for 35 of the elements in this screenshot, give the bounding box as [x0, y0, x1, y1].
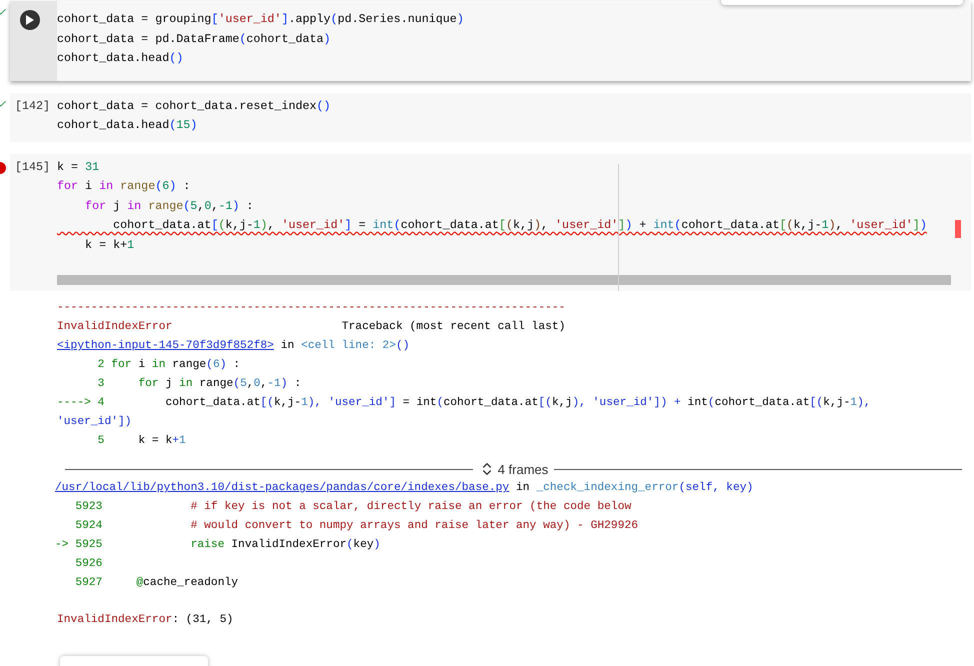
- traceback-line: -> 5925 raise InvalidIndexError(key): [55, 538, 382, 553]
- expand-frames-button[interactable]: 4 frames: [478, 461, 548, 477]
- traceback-line: 2 for i in range(6) :: [96, 358, 242, 373]
- code-line: for i in range(6) :: [57, 178, 190, 195]
- code-cell[interactable]: cohort_data = grouping['user_id'].apply(pd.Series.nunique) cohort_data = pd.DataFrame(cohort_data) cohort_data.head(): [10, 1, 971, 80]
- code-line: cohort_data.head(): [57, 50, 184, 67]
- horizontal-scrollbar[interactable]: [57, 275, 951, 285]
- execution-count: [142]: [15, 98, 50, 114]
- traceback-line: InvalidIndexError Traceback (most recent call last): [57, 320, 566, 335]
- traceback-line: 5 k = k+1: [96, 434, 187, 449]
- traceback-line: <ipython-input-145-70f3d9f852f8> in <cell line: 2>(): [57, 338, 411, 354]
- traceback-line: ----> 4 cohort_data.at[(k,j-1), 'user_id'] = int(cohort_data.at[(k,j), 'user_id']) + int(cohort_data.at[(k,j-1),: [57, 396, 872, 411]
- code-cell[interactable]: [145] k = 31 for i in range(6) : for j in range(5,0,-1) : cohort_data.at[(k,j-1), 'user_id'] = int(cohort_data.at[(k,j), 'user_id']) + int(cohort_data.at[(k,j-1), 'user_id']) k = k+1: [10, 154, 971, 291]
- traceback-line: ---------------------------------------------------------------------------: [57, 301, 566, 316]
- code-line: cohort_data = pd.DataFrame(cohort_data): [57, 30, 331, 48]
- traceback-line: /usr/local/lib/python3.10/dist-packages/pandas/core/indexes/base.py in _check_indexing_error(self, key): [55, 480, 754, 496]
- traceback-line: 5927 @cache_readonly: [74, 576, 240, 591]
- code-cell[interactable]: [142] cohort_data = cohort_data.reset_index() cohort_data.head(15): [10, 92, 971, 142]
- traceback-line: 5923 # if key is not a scalar, directly raise an error (the code below: [74, 500, 632, 515]
- code-line: for j in range(5,0,-1) :: [84, 198, 254, 214]
- traceback-line: 3 for j in range(5,0,-1) :: [96, 376, 302, 392]
- error-message: InvalidIndexError: (31, 5): [57, 612, 234, 628]
- code-line: cohort_data = grouping['user_id'].apply(pd.Series.nunique): [57, 11, 464, 28]
- code-line: cohort_data = cohort_data.reset_index(): [57, 98, 331, 114]
- traceback-line: 5924 # would convert to numpy arrays and raise later any way) - GH29926: [74, 518, 640, 534]
- code-line: k = 31: [57, 158, 100, 176]
- code-line: k = k+1: [84, 236, 134, 254]
- run-button[interactable]: [20, 10, 40, 30]
- play-icon: [26, 15, 34, 25]
- code-line: cohort_data.at[(k,j-1), 'user_id'] = int(cohort_data.at[(k,j), 'user_id']) + int(cohort_data.at[(k,j-1), 'user_id']): [112, 217, 927, 234]
- execution-count: [145]: [15, 158, 50, 176]
- code-line: cohort_data.head(15): [57, 117, 198, 134]
- traceback-line: 5926: [74, 557, 104, 572]
- traceback-line: 'user_id']): [57, 414, 133, 430]
- error-marker: [955, 220, 961, 238]
